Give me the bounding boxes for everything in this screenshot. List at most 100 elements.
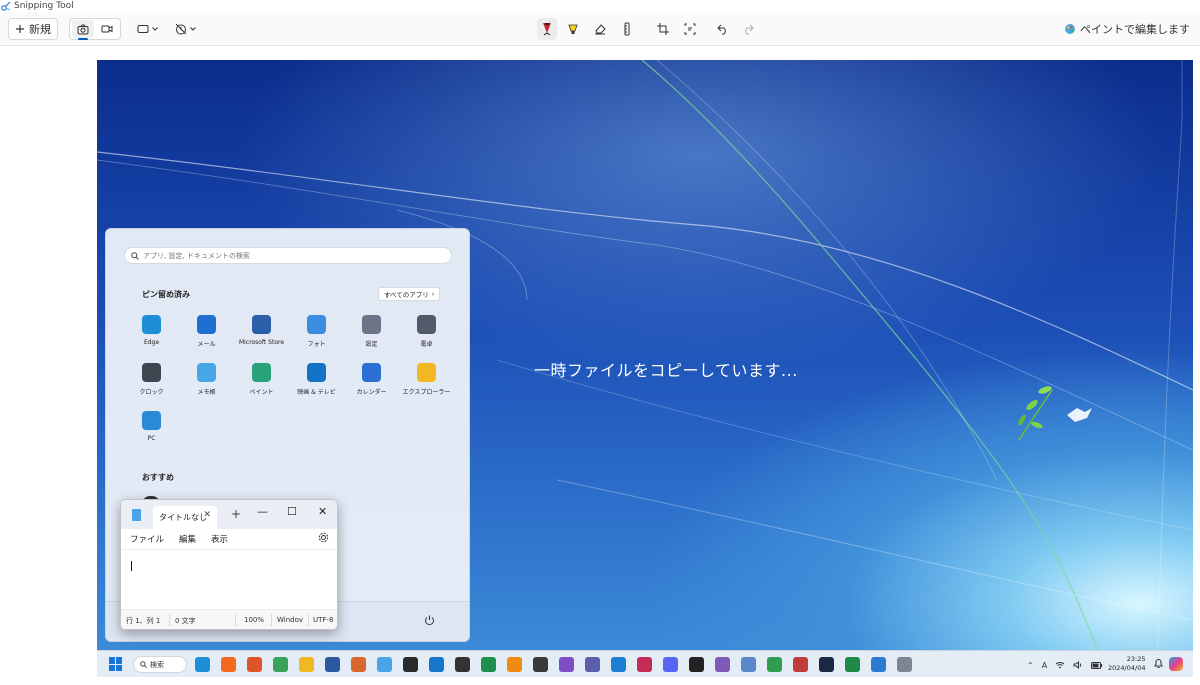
start-search-input[interactable]: アプリ, 設定, ドキュメントの検索 <box>124 247 452 264</box>
encoding[interactable]: UTF-8 <box>313 616 333 624</box>
undo-icon <box>717 24 726 34</box>
bell-icon[interactable] <box>1154 658 1163 669</box>
tool-app-icon[interactable] <box>741 657 756 672</box>
unity-icon[interactable] <box>689 657 704 672</box>
ime-mode-icon[interactable]: A <box>1042 661 1047 670</box>
settings-icon <box>362 315 381 334</box>
pinned-app[interactable]: 映画 & テレビ <box>289 361 344 409</box>
pinned-app[interactable]: エクスプローラー <box>399 361 454 409</box>
speaker-icon[interactable] <box>1073 661 1083 669</box>
close-window-icon[interactable]: ✕ <box>318 505 327 518</box>
windows-start-icon[interactable] <box>109 657 123 671</box>
pinned-app[interactable]: Edge <box>124 313 179 361</box>
camera-mode-button[interactable] <box>72 20 94 40</box>
vlc-icon[interactable] <box>507 657 522 672</box>
spreadsheet-icon[interactable] <box>845 657 860 672</box>
ruler-button[interactable] <box>617 18 637 40</box>
edge-icon[interactable] <box>195 657 210 672</box>
pinned-app[interactable]: 設定 <box>344 313 399 361</box>
remote-desktop-icon[interactable] <box>429 657 444 672</box>
notepad-icon[interactable] <box>377 657 392 672</box>
line-ending[interactable]: Windov <box>277 616 303 624</box>
highlighter-button[interactable] <box>563 18 583 40</box>
installer-icon[interactable] <box>897 657 912 672</box>
paint-icon <box>252 363 271 382</box>
app-title-bar: Snipping Tool <box>0 0 74 12</box>
menu-file[interactable]: ファイル <box>130 533 164 545</box>
chart-app-icon[interactable] <box>767 657 782 672</box>
pinned-app[interactable]: メール <box>179 313 234 361</box>
highlighter-icon <box>568 24 578 34</box>
new-tab-icon[interactable]: + <box>231 507 241 521</box>
text-actions-button[interactable] <box>680 18 700 40</box>
steam-icon[interactable] <box>819 657 834 672</box>
close-tab-icon[interactable]: ✕ <box>203 510 211 520</box>
pinned-app[interactable]: フォト <box>289 313 344 361</box>
ballpoint-pen-button[interactable] <box>537 18 557 40</box>
gear-icon[interactable] <box>318 532 329 543</box>
app-grid-icon[interactable] <box>585 657 600 672</box>
snipping-tool-icon[interactable] <box>871 657 886 672</box>
file-explorer-icon[interactable] <box>299 657 314 672</box>
emacs-icon[interactable] <box>715 657 730 672</box>
ruler-icon <box>624 22 630 36</box>
crop-button[interactable] <box>653 18 673 40</box>
power-icon[interactable] <box>424 615 435 626</box>
pinned-app[interactable]: ペイント <box>234 361 289 409</box>
eraser-icon <box>595 24 606 35</box>
menu-edit[interactable]: 編集 <box>179 533 196 545</box>
new-button[interactable]: 新規 <box>8 18 58 40</box>
pinned-app[interactable]: カレンダー <box>344 361 399 409</box>
game-app-icon[interactable] <box>637 657 652 672</box>
snip-shape-dropdown[interactable] <box>134 18 160 40</box>
pen-icon <box>543 23 551 36</box>
terminal-icon[interactable] <box>403 657 418 672</box>
clock-time: 23:25 <box>1126 655 1146 663</box>
leaf-icon[interactable] <box>273 657 288 672</box>
notepad-titlebar: タイトルなし ✕ + — ☐ ✕ <box>121 500 337 529</box>
video-mode-button[interactable] <box>96 20 118 38</box>
pen-app-icon[interactable] <box>481 657 496 672</box>
brush-app-icon[interactable] <box>351 657 366 672</box>
all-apps-button[interactable]: すべてのアプリ › <box>378 287 441 301</box>
chevron-up-icon[interactable]: ⌃ <box>1027 661 1034 670</box>
zoom-level[interactable]: 100% <box>244 616 264 624</box>
firefox-icon[interactable] <box>221 657 236 672</box>
battery-icon[interactable] <box>1091 661 1103 669</box>
media-app-icon[interactable] <box>793 657 808 672</box>
undo-button[interactable] <box>713 18 733 40</box>
leaf-branch-icon <box>1018 386 1053 441</box>
minimize-icon[interactable]: — <box>257 505 268 518</box>
pinned-app[interactable]: Microsoft Store <box>234 313 289 361</box>
eraser-button[interactable] <box>590 18 610 40</box>
edit-in-paint-button[interactable]: ペイントで編集します <box>1064 18 1190 40</box>
copilot-icon[interactable] <box>1169 657 1183 671</box>
menu-view[interactable]: 表示 <box>211 533 228 545</box>
notepad-tab[interactable]: タイトルなし ✕ <box>153 506 217 529</box>
taskbar-clock[interactable]: 23:25 2024/04/04 <box>1108 655 1145 673</box>
pinned-app[interactable]: クロック <box>124 361 179 409</box>
all-apps-label: すべてのアプリ <box>384 291 429 299</box>
search-icon <box>131 251 139 260</box>
taskbar-search-button[interactable]: 検索 <box>133 656 187 673</box>
pinned-app[interactable]: メモ帳 <box>179 361 234 409</box>
firefox-dev-icon[interactable] <box>247 657 262 672</box>
discord-icon[interactable] <box>663 657 678 672</box>
delay-timer-dropdown[interactable] <box>172 18 198 40</box>
tools-icon[interactable] <box>455 657 470 672</box>
wifi-icon[interactable] <box>1055 661 1065 669</box>
photos-icon <box>307 315 326 334</box>
redo-button[interactable] <box>738 18 758 40</box>
rectangle-snip-icon <box>137 25 148 33</box>
status-divider <box>235 614 236 626</box>
pinned-app[interactable]: PC <box>124 409 179 457</box>
visual-studio-icon[interactable] <box>559 657 574 672</box>
pinned-app-label: PC <box>147 435 156 442</box>
pinned-app-label: 設定 <box>365 341 378 348</box>
obs-icon[interactable] <box>533 657 548 672</box>
pinned-app[interactable]: 電卓 <box>399 313 454 361</box>
browser-app-icon[interactable] <box>611 657 626 672</box>
virtualbox-icon[interactable] <box>325 657 340 672</box>
maximize-icon[interactable]: ☐ <box>287 505 297 518</box>
notepad-text-area[interactable] <box>121 549 337 611</box>
